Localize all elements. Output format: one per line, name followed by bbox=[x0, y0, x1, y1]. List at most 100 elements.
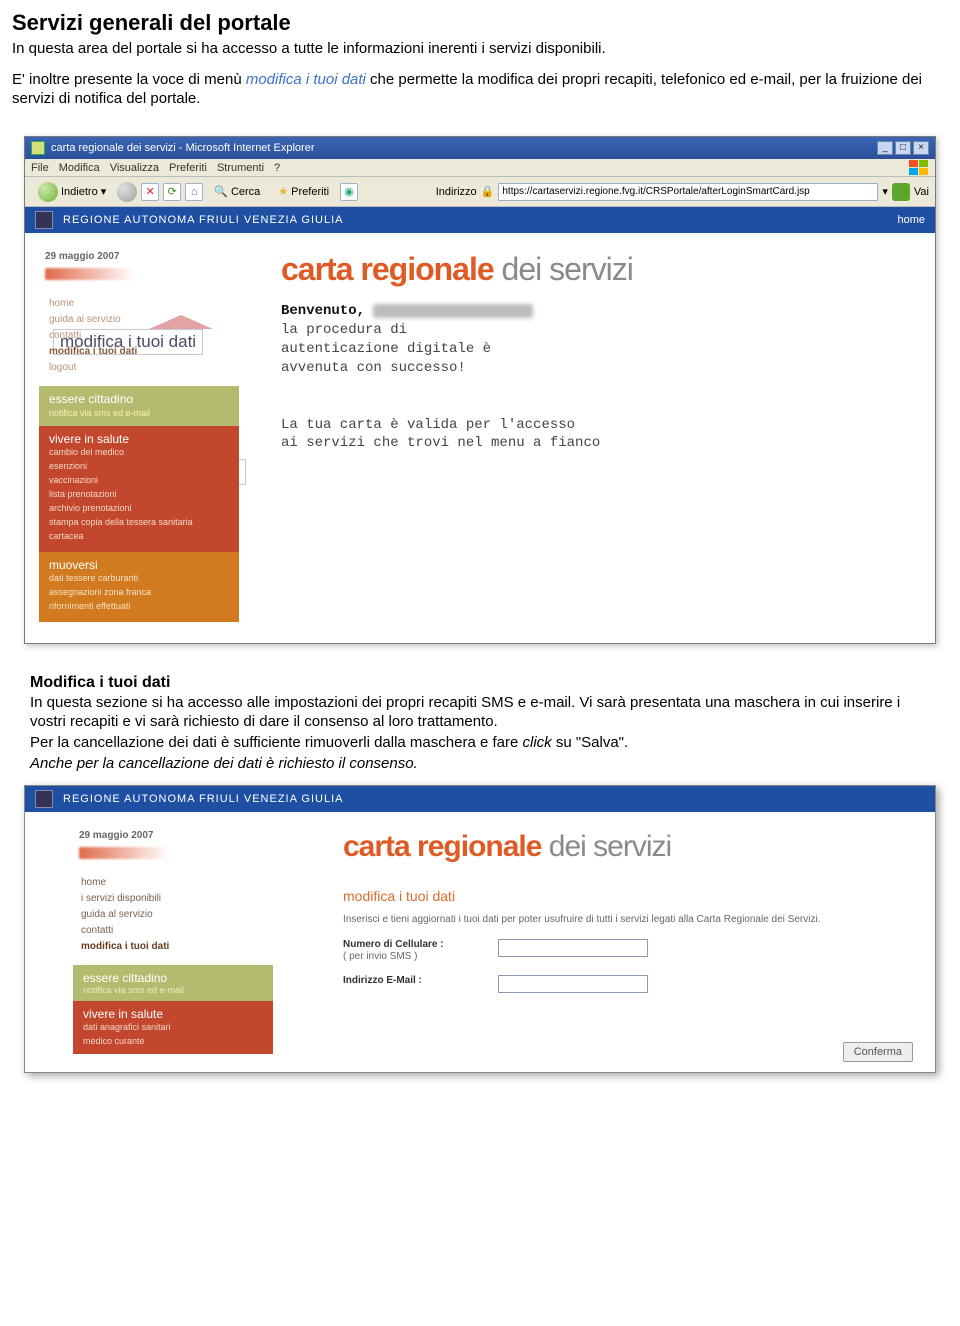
text: su "Salva". bbox=[552, 734, 629, 751]
doc-para-4: Per la cancellazione dei dati è sufficie… bbox=[30, 734, 930, 753]
back-button[interactable]: Indietro ▾ bbox=[31, 179, 113, 205]
sidebar-item-servizi[interactable]: i servizi disponibili bbox=[81, 891, 265, 907]
confirm-button[interactable]: Conferma bbox=[843, 1042, 913, 1062]
maximize-button[interactable]: □ bbox=[895, 141, 911, 155]
section-subitem[interactable]: stampa copia della tessera sanitaria bbox=[49, 516, 231, 530]
region-logo-icon bbox=[35, 211, 53, 229]
search-icon: 🔍 bbox=[214, 185, 228, 198]
section-subitem[interactable]: vaccinazioni bbox=[49, 474, 231, 488]
go-label: Vai bbox=[914, 186, 929, 198]
doc-para-5: Anche per la cancellazione dei dati è ri… bbox=[30, 755, 930, 774]
date-label: 29 maggio 2007 bbox=[45, 251, 239, 262]
section-subitem[interactable]: archivio prenotazioni bbox=[49, 502, 231, 516]
region-logo-icon bbox=[35, 790, 53, 808]
favorites-label: Preferiti bbox=[291, 186, 329, 198]
sidebar-item-contatti[interactable]: contatti bbox=[49, 328, 231, 344]
label-note: ( per invio SMS ) bbox=[343, 951, 417, 962]
section-subitem[interactable]: cambio del medico bbox=[49, 446, 231, 460]
chevron-down-icon[interactable]: ▾ bbox=[882, 185, 888, 198]
section-subitem[interactable]: assegnazioni zona franca bbox=[49, 586, 231, 600]
field-label-email: Indirizzo E-Mail : bbox=[343, 975, 498, 987]
sidebar-section-muoversi[interactable]: muoversi dati tessere carburanti assegna… bbox=[39, 552, 239, 622]
email-input[interactable] bbox=[498, 975, 648, 993]
menu-favorites[interactable]: Preferiti bbox=[169, 162, 207, 174]
sidebar-item-home[interactable]: home bbox=[49, 296, 231, 312]
brand-light: dei servizi bbox=[541, 830, 671, 863]
brand-bold: carta regionale bbox=[343, 830, 541, 863]
form-title: modifica i tuoi dati bbox=[343, 888, 921, 904]
address-label: Indirizzo bbox=[436, 186, 477, 198]
menu-file[interactable]: File bbox=[31, 162, 49, 174]
media-button[interactable]: ◉ bbox=[340, 183, 358, 201]
welcome-label: Benvenuto, bbox=[281, 303, 365, 319]
brand-bold: carta regionale bbox=[281, 251, 494, 287]
refresh-button[interactable]: ⟳ bbox=[163, 183, 181, 201]
menu-link-text: modifica i tuoi dati bbox=[246, 71, 366, 88]
section-subitem[interactable]: dati tessere carburanti bbox=[49, 572, 231, 586]
sidebar-section-cittadino[interactable]: essere cittadino notifica via sms ed e-m… bbox=[39, 386, 239, 426]
region-title: REGIONE AUTONOMA FRIULI VENEZIA GIULIA bbox=[63, 214, 343, 226]
minimize-button[interactable]: _ bbox=[877, 141, 893, 155]
window-controls: _ □ × bbox=[877, 141, 929, 155]
cell-input[interactable] bbox=[498, 939, 648, 957]
text: E' inoltre presente la voce di menù bbox=[12, 71, 246, 88]
home-button[interactable]: ⌂ bbox=[185, 183, 203, 201]
sidebar-item-home[interactable]: home bbox=[81, 875, 265, 891]
blurred-name bbox=[373, 304, 533, 318]
sidebar: 29 maggio 2007 home i servizi disponibil… bbox=[73, 830, 273, 1062]
region-header-bar: REGIONE AUTONOMA FRIULI VENEZIA GIULIA h… bbox=[25, 207, 935, 233]
lock-icon: 🔒 bbox=[481, 185, 495, 198]
welcome-line: autenticazione digitale è bbox=[281, 341, 491, 357]
menu-tools[interactable]: Strumenti bbox=[217, 162, 264, 174]
welcome-block: Benvenuto, la procedura di autenticazion… bbox=[281, 302, 921, 453]
sidebar-item-modifica[interactable]: modifica i tuoi dati bbox=[81, 939, 265, 955]
toolbar: Indietro ▾ ✕ ⟳ ⌂ 🔍 Cerca ★ Preferiti ◉ I… bbox=[25, 177, 935, 207]
section-subitem[interactable]: dati anagrafici sanitari bbox=[83, 1021, 263, 1035]
close-button[interactable]: × bbox=[913, 141, 929, 155]
text: Per la cancellazione dei dati è sufficie… bbox=[30, 734, 522, 751]
sidebar-item-guida[interactable]: guida ai servizio bbox=[49, 312, 231, 328]
address-input[interactable] bbox=[498, 183, 878, 201]
sidebar-item-logout[interactable]: logout bbox=[49, 360, 231, 376]
section-subitem[interactable]: esenzioni bbox=[49, 460, 231, 474]
main-content: carta regionale dei servizi modifica i t… bbox=[343, 830, 921, 1062]
section-title: essere cittadino bbox=[83, 971, 263, 985]
section-subitem[interactable]: lista prenotazioni bbox=[49, 488, 231, 502]
search-button[interactable]: 🔍 Cerca bbox=[207, 182, 267, 201]
page-body: 29 maggio 2007 home guida ai servizio co… bbox=[25, 233, 935, 643]
main-content: carta regionale dei servizi Benvenuto, l… bbox=[281, 251, 921, 623]
field-label-cell: Numero di Cellulare : ( per invio SMS ) bbox=[343, 939, 498, 963]
sidebar-item-modifica[interactable]: modifica i tuoi dati bbox=[49, 344, 231, 360]
menu-view[interactable]: Visualizza bbox=[110, 162, 159, 174]
go-button[interactable] bbox=[892, 183, 910, 201]
sidebar-section-salute[interactable]: vivere in salute dati anagrafici sanitar… bbox=[73, 1001, 273, 1054]
welcome-line: avvenuta con successo! bbox=[281, 360, 466, 376]
sidebar-item-contatti[interactable]: contatti bbox=[81, 923, 265, 939]
section-subitem[interactable]: rifornimenti effettuati bbox=[49, 600, 231, 614]
section-subitem[interactable]: notifica via sms ed e-mail bbox=[83, 985, 263, 995]
section-subitem[interactable]: cartacea bbox=[49, 530, 231, 544]
blurred-username bbox=[45, 268, 135, 280]
section-title: muoversi bbox=[49, 558, 231, 572]
section-subitem[interactable]: medico curante bbox=[83, 1035, 263, 1049]
section-subitem[interactable]: notifica via sms ed e-mail bbox=[49, 408, 231, 418]
section-title: essere cittadino bbox=[49, 392, 231, 406]
form-description: Inserisci e tieni aggiornati i tuoi dati… bbox=[343, 914, 921, 925]
forward-button[interactable] bbox=[117, 182, 137, 202]
sidebar-section-salute[interactable]: vivere in salute cambio del medico esenz… bbox=[39, 426, 239, 552]
favorites-button[interactable]: ★ Preferiti bbox=[271, 182, 336, 201]
section-title: vivere in salute bbox=[49, 432, 231, 446]
menubar: File Modifica Visualizza Preferiti Strum… bbox=[25, 159, 935, 177]
browser-window: modifica i tuoi dati notifica via sms ed… bbox=[24, 136, 936, 644]
home-link[interactable]: home bbox=[897, 214, 925, 226]
doc-para-2: E' inoltre presente la voce di menù modi… bbox=[12, 71, 948, 109]
brand-title: carta regionale dei servizi bbox=[281, 251, 921, 288]
sidebar-section-cittadino[interactable]: essere cittadino notifica via sms ed e-m… bbox=[73, 965, 273, 1001]
sidebar-item-guida[interactable]: guida al servizio bbox=[81, 907, 265, 923]
window-title-text: carta regionale dei servizi - Microsoft … bbox=[51, 142, 315, 154]
date-label: 29 maggio 2007 bbox=[79, 830, 273, 841]
chevron-down-icon: ▾ bbox=[101, 185, 107, 198]
menu-help[interactable]: ? bbox=[274, 162, 280, 174]
menu-edit[interactable]: Modifica bbox=[59, 162, 100, 174]
stop-button[interactable]: ✕ bbox=[141, 183, 159, 201]
